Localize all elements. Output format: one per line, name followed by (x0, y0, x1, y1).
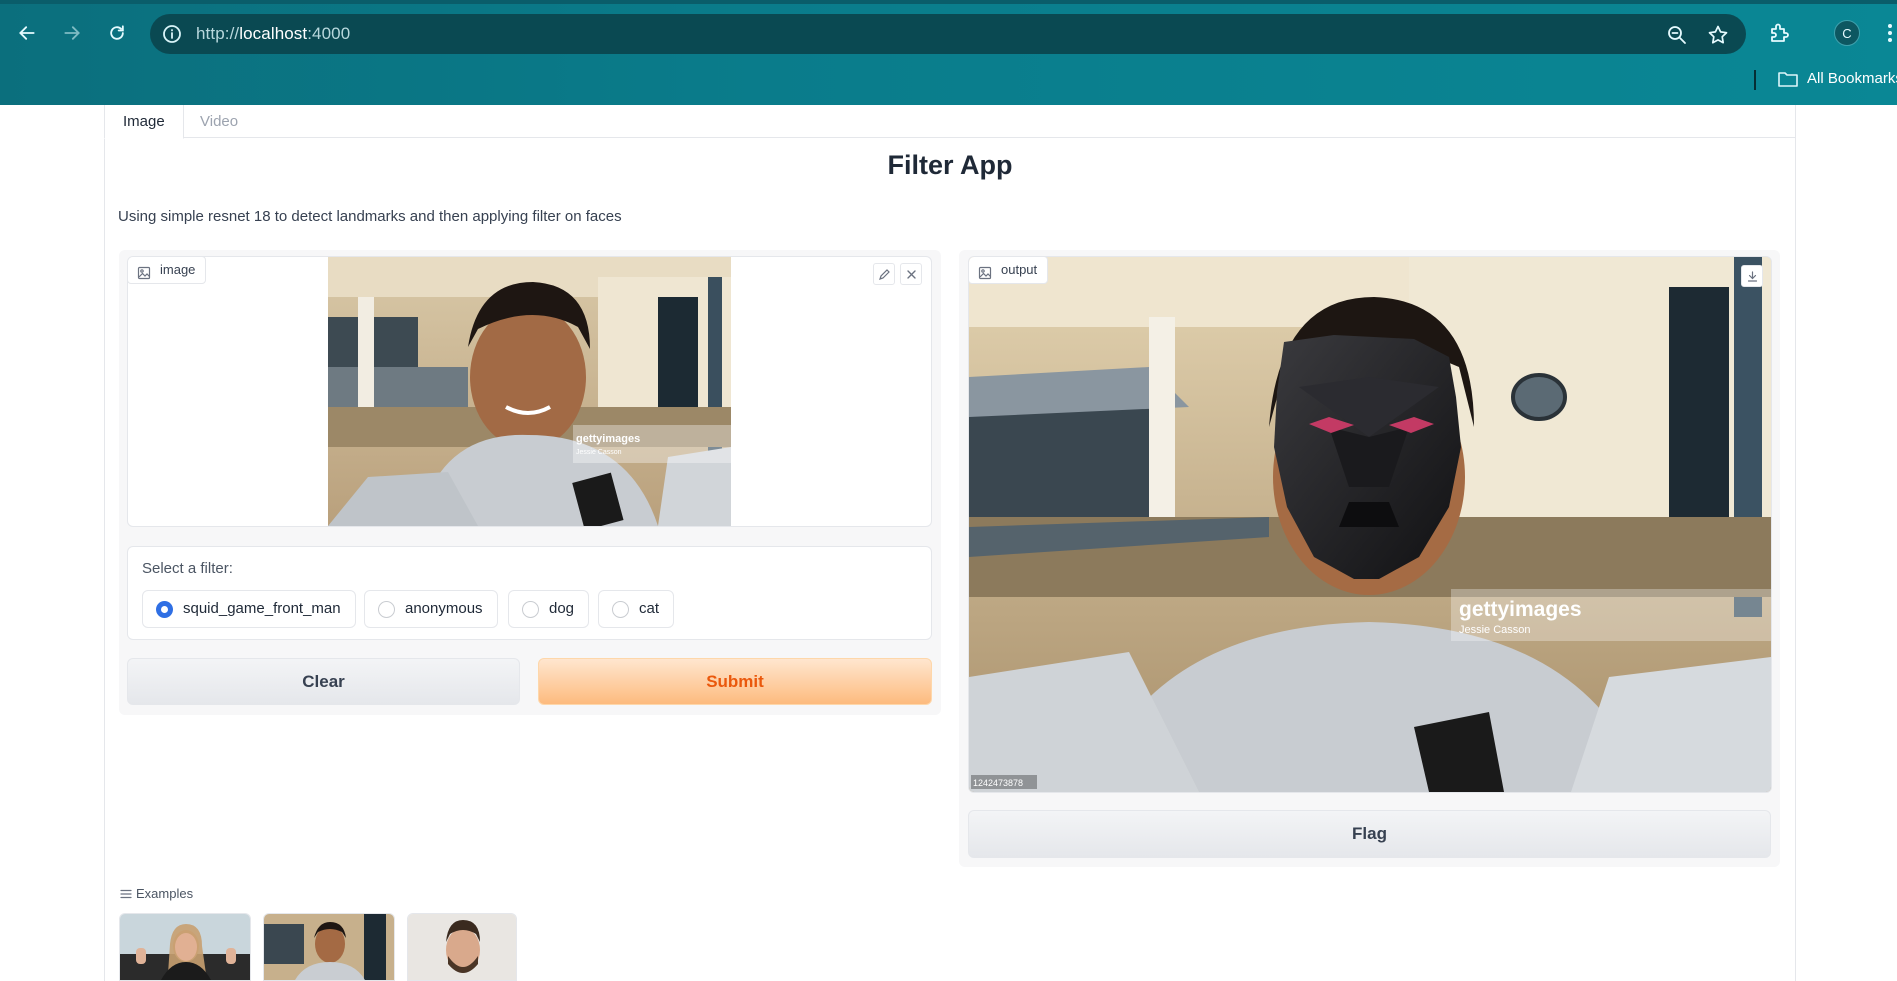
download-icon (1747, 270, 1757, 282)
input-watermark: gettyimages Jessie Casson (576, 433, 640, 456)
output-image-box[interactable]: gettyimages Jessie Casson 1242473878 out… (968, 256, 1772, 793)
example-thumb-2[interactable] (263, 913, 395, 981)
radio-cat[interactable]: cat (598, 590, 675, 628)
tab-bar: Image Video (104, 105, 1796, 139)
zoom-icon[interactable] (1666, 24, 1688, 46)
back-icon[interactable] (13, 19, 41, 47)
extensions-icon[interactable] (1768, 21, 1792, 45)
radio-anonymous[interactable]: anonymous (364, 590, 498, 628)
clear-button[interactable]: Clear (127, 658, 520, 705)
input-watermark-credit: Jessie Casson (576, 449, 622, 456)
submit-button[interactable]: Submit (538, 658, 932, 705)
edit-button[interactable] (873, 263, 895, 285)
output-photo (969, 257, 1771, 792)
flag-button[interactable]: Flag (968, 810, 1771, 858)
image-block-label: image (128, 257, 207, 284)
output-watermark: gettyimages Jessie Casson (1459, 598, 1582, 636)
examples-label: Examples (120, 886, 193, 901)
radio-option-label: cat (639, 600, 660, 617)
filter-radio-group: Select a filter: squid_game_front_man an… (127, 546, 932, 640)
image-icon (137, 263, 151, 280)
example-thumb-3[interactable] (407, 913, 517, 981)
radio-dog[interactable]: dog (508, 590, 590, 628)
bookmark-star-icon[interactable] (1707, 24, 1729, 46)
image-icon (978, 263, 992, 280)
tab-image[interactable]: Image (104, 105, 184, 139)
radio-dot[interactable] (378, 601, 395, 618)
output-image-id: 1242473878 (973, 778, 1023, 788)
examples-label-text: Examples (136, 886, 194, 901)
example-photo-2 (264, 914, 394, 980)
output-block-label: output (969, 257, 1049, 284)
page-title: Filter App (887, 150, 1013, 180)
list-icon (120, 888, 132, 900)
example-photo-1 (120, 914, 250, 980)
radio-option-label: dog (549, 600, 575, 617)
tab-strip (0, 0, 1897, 4)
radio-dot[interactable] (612, 601, 629, 618)
forward-icon[interactable] (58, 19, 86, 47)
folder-icon[interactable] (1777, 69, 1799, 89)
tab-video[interactable]: Video (182, 105, 256, 138)
reload-icon[interactable] (103, 19, 131, 47)
radio-dot[interactable] (522, 601, 539, 618)
radio-dot[interactable] (156, 601, 173, 618)
download-button[interactable] (1741, 265, 1763, 287)
menu-kebab-icon[interactable] (1886, 22, 1894, 44)
output-label-text: output (1001, 262, 1038, 277)
browser-toolbar: http://localhost:4000 C All Bookmarks (0, 0, 1897, 105)
example-photo-3 (408, 914, 516, 980)
page-description: Using simple resnet 18 to detect landmar… (118, 208, 622, 225)
site-info-icon[interactable] (162, 24, 182, 44)
bookmark-divider (1754, 70, 1756, 90)
radio-squid-game-front-man[interactable]: squid_game_front_man (142, 590, 356, 628)
example-thumb-1[interactable] (119, 913, 251, 981)
pencil-icon (878, 268, 890, 280)
address-bar[interactable]: http://localhost:4000 (150, 14, 1746, 54)
all-bookmarks-link[interactable]: All Bookmarks (1807, 70, 1897, 87)
image-label-text: image (160, 262, 196, 277)
profile-avatar[interactable]: C (1834, 20, 1860, 46)
output-image-id-text: 1242473878 (973, 778, 1023, 788)
input-photo (328, 257, 731, 526)
input-image-box[interactable]: gettyimages Jessie Casson image (127, 256, 932, 527)
clear-image-button[interactable] (900, 263, 922, 285)
url-text[interactable]: http://localhost:4000 (196, 24, 350, 44)
close-icon (906, 269, 916, 279)
output-watermark-credit: Jessie Casson (1459, 624, 1531, 636)
input-watermark-brand: gettyimages (576, 433, 640, 445)
radio-option-label: anonymous (405, 600, 483, 617)
filter-label: Select a filter: (142, 560, 233, 577)
radio-option-label: squid_game_front_man (183, 600, 341, 617)
output-watermark-brand: gettyimages (1459, 598, 1582, 621)
